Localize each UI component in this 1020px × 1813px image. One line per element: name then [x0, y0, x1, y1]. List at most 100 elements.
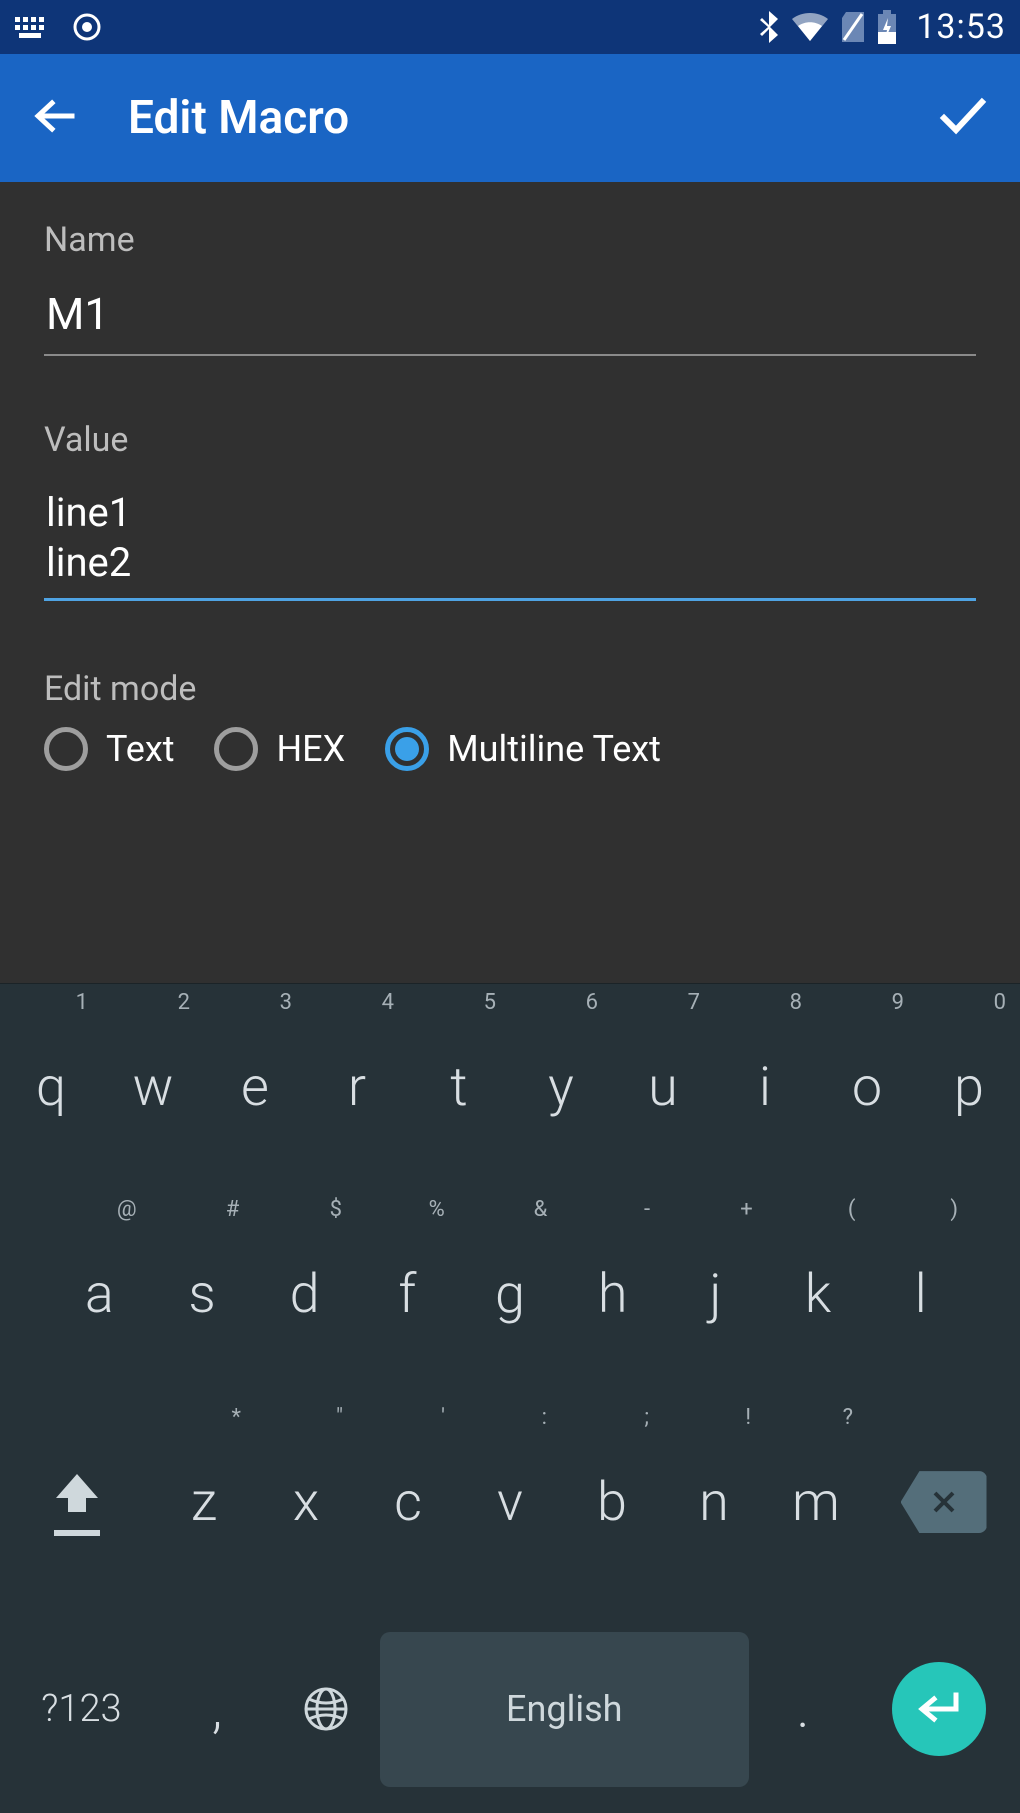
key-n[interactable]: !n: [663, 1399, 765, 1606]
keyboard-status-icon: [14, 15, 50, 39]
key-hint: 2: [178, 990, 190, 1015]
radio-icon: [385, 727, 429, 771]
key-hint: ): [950, 1197, 958, 1222]
radio-label: Multiline Text: [447, 728, 661, 770]
key-z[interactable]: *z: [153, 1399, 255, 1606]
key-label: x: [293, 1471, 319, 1534]
key-label: c: [394, 1471, 422, 1534]
comma-key[interactable]: ,: [163, 1606, 272, 1813]
key-label: q: [36, 1056, 66, 1119]
app-bar: Edit Macro: [0, 54, 1020, 182]
enter-key[interactable]: [857, 1606, 1020, 1813]
key-label: j: [709, 1263, 721, 1326]
key-hint: :: [542, 1405, 547, 1430]
key-label: m: [792, 1471, 840, 1534]
key-label: h: [598, 1263, 628, 1326]
symbols-key[interactable]: ?123: [0, 1606, 163, 1813]
wifi-icon: [790, 11, 830, 43]
bluetooth-icon: [758, 9, 780, 45]
key-v[interactable]: :v: [459, 1399, 561, 1606]
key-i[interactable]: 8i: [714, 984, 816, 1191]
period-key[interactable]: .: [749, 1606, 858, 1813]
name-input[interactable]: [44, 282, 976, 356]
status-bar: 13:53: [0, 0, 1020, 54]
key-hint: 1: [76, 990, 88, 1015]
key-j[interactable]: +j: [664, 1191, 767, 1398]
key-hint: @: [117, 1197, 137, 1222]
battery-charging-icon: [876, 10, 898, 44]
key-g[interactable]: &g: [459, 1191, 562, 1398]
key-r[interactable]: 4r: [306, 984, 408, 1191]
key-label: ,: [212, 1678, 222, 1741]
key-label: t: [450, 1056, 467, 1119]
key-label: v: [497, 1471, 523, 1534]
radio-multiline[interactable]: Multiline Text: [385, 727, 661, 771]
key-hint: 3: [280, 990, 292, 1015]
space-key[interactable]: English: [380, 1606, 749, 1813]
key-y[interactable]: 6y: [510, 984, 612, 1191]
edit-mode-label: Edit mode: [44, 669, 976, 709]
key-hint: 0: [994, 990, 1006, 1015]
key-u[interactable]: 7u: [612, 984, 714, 1191]
key-label: z: [191, 1471, 217, 1534]
key-l[interactable]: )l: [869, 1191, 972, 1398]
key-a[interactable]: @a: [48, 1191, 151, 1398]
radio-icon: [214, 727, 258, 771]
key-k[interactable]: (k: [767, 1191, 870, 1398]
key-s[interactable]: #s: [151, 1191, 254, 1398]
confirm-button[interactable]: [934, 88, 990, 148]
key-hint: -: [644, 1197, 650, 1222]
key-hint: ": [336, 1405, 343, 1430]
key-label: l: [915, 1263, 927, 1326]
key-o[interactable]: 9o: [816, 984, 918, 1191]
key-label: b: [597, 1471, 627, 1534]
key-label: i: [759, 1056, 771, 1119]
key-m[interactable]: ?m: [765, 1399, 867, 1606]
key-hint: !: [745, 1405, 751, 1430]
key-p[interactable]: 0p: [918, 984, 1020, 1191]
radio-text[interactable]: Text: [44, 727, 174, 771]
key-b[interactable]: ;b: [561, 1399, 663, 1606]
key-e[interactable]: 3e: [204, 984, 306, 1191]
key-label: .: [797, 1678, 810, 1741]
key-label: a: [85, 1263, 114, 1326]
edit-mode-group: Text HEX Multiline Text: [44, 727, 976, 771]
clock: 13:53: [916, 7, 1006, 47]
key-hint: 9: [892, 990, 904, 1015]
key-f[interactable]: %f: [356, 1191, 459, 1398]
key-hint: *: [232, 1405, 241, 1430]
form-content: Name Value Edit mode Text HEX Multiline: [0, 182, 1020, 983]
key-label: u: [648, 1056, 678, 1119]
key-c[interactable]: 'c: [357, 1399, 459, 1606]
key-label: p: [954, 1056, 984, 1119]
language-key[interactable]: [271, 1606, 380, 1813]
backspace-key[interactable]: [867, 1399, 1020, 1606]
key-t[interactable]: 5t: [408, 984, 510, 1191]
shift-key[interactable]: [0, 1399, 153, 1606]
key-d[interactable]: $d: [253, 1191, 356, 1398]
key-hint: ?: [843, 1405, 853, 1430]
radio-icon: [44, 727, 88, 771]
page-title: Edit Macro: [128, 91, 349, 145]
key-q[interactable]: 1q: [0, 984, 102, 1191]
target-icon: [72, 12, 102, 42]
space-label: English: [506, 1688, 622, 1730]
key-label: e: [241, 1056, 269, 1119]
key-label: s: [188, 1263, 215, 1326]
key-hint: 7: [688, 990, 700, 1015]
key-h[interactable]: -h: [561, 1191, 664, 1398]
key-label: g: [495, 1263, 525, 1326]
key-label: o: [852, 1056, 882, 1119]
name-label: Name: [44, 220, 976, 260]
key-w[interactable]: 2w: [102, 984, 204, 1191]
key-x[interactable]: "x: [255, 1399, 357, 1606]
radio-label: HEX: [276, 728, 345, 770]
radio-label: Text: [106, 728, 174, 770]
back-button[interactable]: [30, 91, 80, 145]
key-hint: #: [226, 1197, 240, 1222]
value-input[interactable]: [44, 482, 976, 601]
key-hint: &: [534, 1197, 548, 1222]
key-hint: 6: [586, 990, 598, 1015]
key-hint: 5: [484, 990, 496, 1015]
radio-hex[interactable]: HEX: [214, 727, 345, 771]
